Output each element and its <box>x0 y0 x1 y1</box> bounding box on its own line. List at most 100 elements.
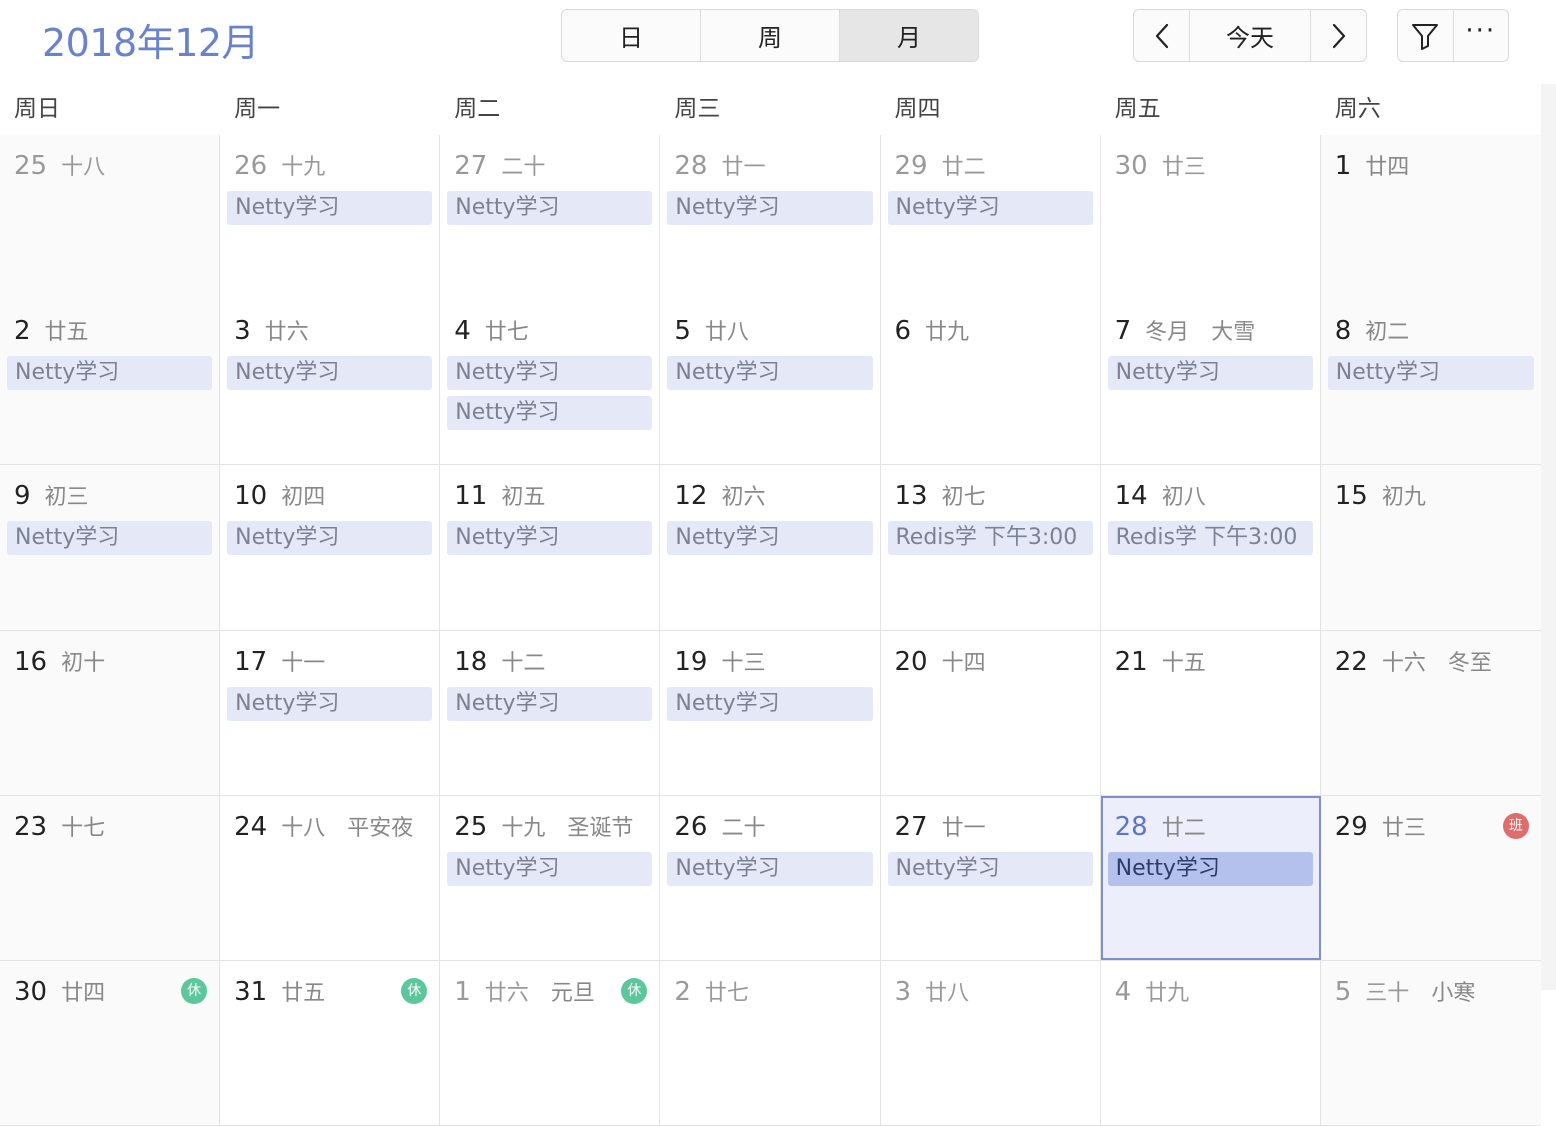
day-cell[interactable]: 11 初五 Netty学习 <box>440 465 661 630</box>
event-item[interactable]: Netty学习 <box>1107 852 1313 886</box>
day-cell[interactable]: 31 廿五 休 <box>220 961 441 1125</box>
day-cell[interactable]: 14 初八 Redis学 下午3:00 <box>1100 465 1321 630</box>
festival-label: 大雪 <box>1211 320 1256 345</box>
day-header: 14 初八 <box>1115 479 1206 511</box>
day-cell[interactable]: 18 十二 Netty学习 <box>440 631 661 795</box>
tab-week[interactable]: 周 <box>701 10 840 61</box>
day-number: 20 <box>894 647 928 677</box>
next-month-button[interactable] <box>1311 10 1366 61</box>
holiday-badge: 休 <box>621 978 648 1004</box>
day-cell[interactable]: 28 廿一 Netty学习 <box>660 135 881 300</box>
day-cell[interactable]: 25 十九 圣诞节 Netty学习 <box>440 796 661 960</box>
day-cell[interactable]: 30 廿四 休 <box>0 961 221 1125</box>
lunar-date: 十九 <box>501 816 546 841</box>
event-item[interactable]: Netty学习 <box>447 396 653 430</box>
filter-button[interactable] <box>1398 10 1454 61</box>
event-item[interactable]: Netty学习 <box>667 687 873 721</box>
day-cell[interactable]: 7 冬月 大雪 Netty学习 <box>1100 300 1321 464</box>
day-cell[interactable]: 29 廿二 Netty学习 <box>880 135 1101 300</box>
event-item[interactable]: Netty学习 <box>887 852 1093 886</box>
day-cell[interactable]: 4 廿七 Netty学习 Netty学习 <box>440 300 661 464</box>
day-cell[interactable]: 17 十一 Netty学习 <box>220 631 441 795</box>
day-cell[interactable]: 4 廿九 <box>1100 961 1321 1125</box>
event-item[interactable]: Netty学习 <box>447 852 653 886</box>
day-cell[interactable]: 26 十九 Netty学习 <box>220 135 441 300</box>
event-list: Netty学习 <box>667 191 873 231</box>
day-cell[interactable]: 19 十三 Netty学习 <box>660 631 881 795</box>
day-cell[interactable]: 20 十四 <box>880 631 1101 795</box>
chevron-right-icon <box>1332 23 1345 48</box>
event-item[interactable]: Netty学习 <box>227 521 433 555</box>
day-cell[interactable]: 2 廿七 <box>660 961 881 1125</box>
event-item[interactable]: Netty学习 <box>447 687 653 721</box>
day-header: 28 廿二 <box>1115 810 1206 842</box>
week-row: 23 十七 24 十八 平安夜 25 十九 圣诞节 Netty学习 26 二十 Netty学习 27 廿一… <box>0 796 1541 961</box>
day-number: 16 <box>14 647 48 677</box>
event-item[interactable]: Netty学习 <box>227 356 433 390</box>
day-cell[interactable]: 1 廿六 元旦 休 <box>440 961 661 1125</box>
lunar-date: 廿三 <box>1381 816 1426 841</box>
day-header: 12 初六 <box>674 479 765 511</box>
day-cell[interactable]: 23 十七 <box>0 796 221 960</box>
chevron-left-icon <box>1155 23 1168 48</box>
event-item[interactable]: Redis学 下午3:00 <box>1107 521 1313 555</box>
event-item[interactable]: Netty学习 <box>447 191 653 225</box>
day-cell[interactable]: 6 廿九 <box>880 300 1101 464</box>
day-number: 29 <box>894 151 928 181</box>
day-cell[interactable]: 8 初二 Netty学习 <box>1320 300 1541 464</box>
day-number: 7 <box>1114 316 1132 346</box>
event-item[interactable]: Netty学习 <box>1327 356 1534 390</box>
day-cell[interactable]: 3 廿六 Netty学习 <box>220 300 441 464</box>
day-header: 3 廿六 <box>234 314 309 346</box>
toolbar-actions: ··· <box>1397 9 1509 62</box>
festival-label: 小寒 <box>1431 981 1476 1006</box>
event-item[interactable]: Netty学习 <box>7 356 213 390</box>
event-item[interactable]: Netty学习 <box>447 521 653 555</box>
day-cell[interactable]: 24 十八 平安夜 <box>220 796 441 960</box>
day-cell[interactable]: 27 二十 Netty学习 <box>440 135 661 300</box>
event-item[interactable]: Netty学习 <box>887 191 1093 225</box>
day-header: 26 二十 <box>674 810 765 842</box>
day-cell[interactable]: 25 十八 <box>0 135 221 300</box>
event-list: Netty学习 <box>667 687 873 727</box>
day-cell[interactable]: 16 初十 <box>0 631 221 795</box>
day-cell[interactable]: 5 廿八 Netty学习 <box>660 300 881 464</box>
scrollbar-track[interactable] <box>1541 84 1556 990</box>
day-cell[interactable]: 1 廿四 <box>1320 135 1541 300</box>
event-item[interactable]: Netty学习 <box>667 356 873 390</box>
day-cell[interactable]: 28 廿二 Netty学习 <box>1100 796 1321 960</box>
day-header: 18 十二 <box>454 645 545 677</box>
event-item[interactable]: Redis学 下午3:00 <box>887 521 1093 555</box>
day-cell[interactable]: 21 十五 <box>1100 631 1321 795</box>
event-item[interactable]: Netty学习 <box>1107 356 1313 390</box>
day-cell[interactable]: 26 二十 Netty学习 <box>660 796 881 960</box>
day-cell[interactable]: 27 廿一 Netty学习 <box>880 796 1101 960</box>
today-button[interactable]: 今天 <box>1190 10 1311 61</box>
day-header: 24 十八 平安夜 <box>234 810 413 842</box>
day-cell[interactable]: 9 初三 Netty学习 <box>0 465 221 630</box>
more-button[interactable]: ··· <box>1454 10 1509 61</box>
day-cell[interactable]: 10 初四 Netty学习 <box>220 465 441 630</box>
day-cell[interactable]: 5 三十 小寒 <box>1320 961 1541 1125</box>
more-icon: ··· <box>1465 15 1497 46</box>
event-item[interactable]: Netty学习 <box>227 687 433 721</box>
prev-month-button[interactable] <box>1134 10 1190 61</box>
event-item[interactable]: Netty学习 <box>447 356 653 390</box>
day-cell[interactable]: 15 初九 <box>1320 465 1541 630</box>
event-item[interactable]: Netty学习 <box>667 852 873 886</box>
event-item[interactable]: Netty学习 <box>227 191 433 225</box>
day-cell[interactable]: 3 廿八 <box>880 961 1101 1125</box>
lunar-date: 十三 <box>721 651 766 676</box>
tab-month[interactable]: 月 <box>840 10 978 61</box>
day-cell[interactable]: 29 廿三 班 <box>1320 796 1541 960</box>
event-item[interactable]: Netty学习 <box>7 521 213 555</box>
tab-day[interactable]: 日 <box>562 10 701 61</box>
day-cell[interactable]: 13 初七 Redis学 下午3:00 <box>880 465 1101 630</box>
day-cell[interactable]: 2 廿五 Netty学习 <box>0 300 221 464</box>
day-cell[interactable]: 22 十六 冬至 <box>1320 631 1541 795</box>
event-item[interactable]: Netty学习 <box>667 191 873 225</box>
day-cell[interactable]: 12 初六 Netty学习 <box>660 465 881 630</box>
day-cell[interactable]: 30 廿三 <box>1100 135 1321 300</box>
day-number: 8 <box>1334 316 1352 346</box>
event-item[interactable]: Netty学习 <box>667 521 873 555</box>
